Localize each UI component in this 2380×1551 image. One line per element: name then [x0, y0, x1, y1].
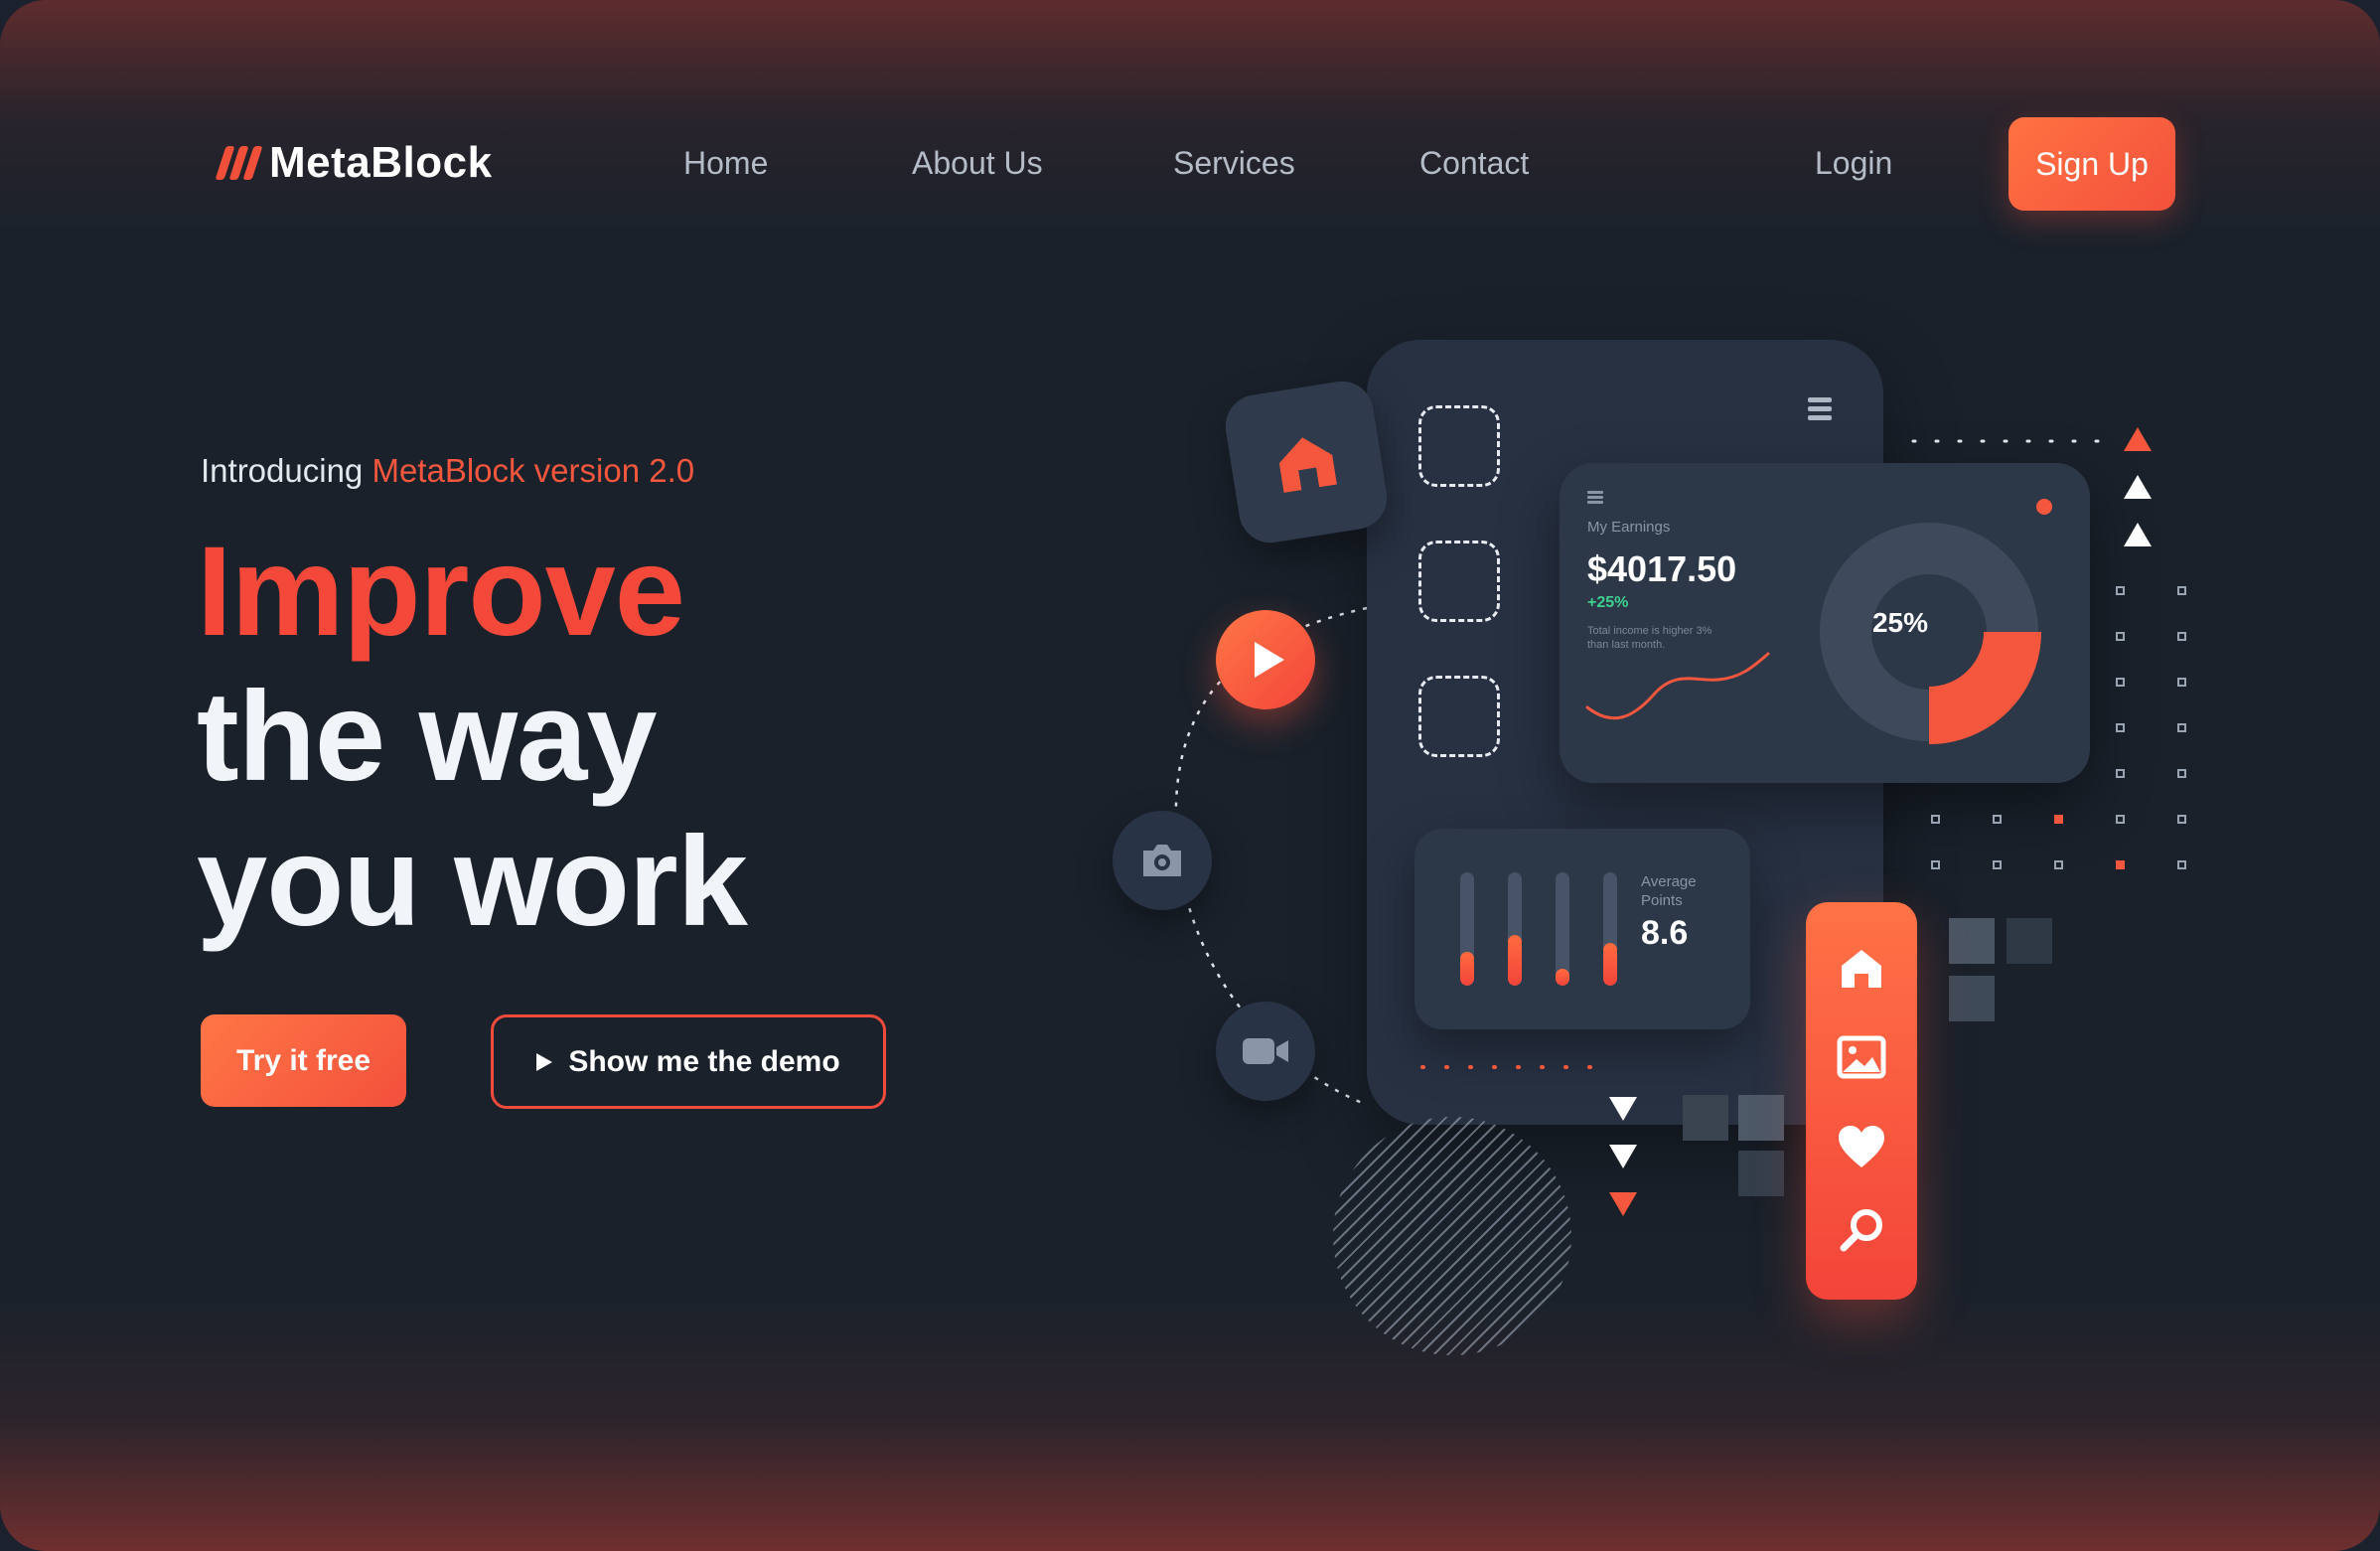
points-bar-fill: [1603, 942, 1617, 986]
grid-box: [2116, 815, 2125, 824]
earnings-label: My Earnings: [1587, 519, 1671, 536]
video-camera-icon: [1243, 1038, 1288, 1064]
play-video-button[interactable]: [1216, 610, 1315, 709]
points-bar: [1460, 872, 1474, 986]
triangle-stack: [1609, 1097, 1637, 1216]
square-decoration: [1683, 1095, 1728, 1141]
grid-box: [2116, 632, 2125, 641]
points-value: 8.6: [1641, 914, 1689, 952]
headline-line-1: Improve: [197, 521, 685, 663]
grid-box: [2177, 860, 2186, 869]
camera-button[interactable]: [1113, 811, 1212, 910]
play-icon: [1255, 642, 1284, 678]
menu-icon: [1587, 491, 1603, 504]
grid-box: [2116, 586, 2125, 595]
triangle-stack: [2124, 427, 2152, 546]
toolbar-search-button[interactable]: [1832, 1200, 1891, 1260]
average-points-card: Average Points 8.6: [1414, 829, 1750, 1029]
brand-name: MetaBlock: [269, 138, 493, 187]
square-decoration: [2007, 918, 2052, 964]
video-button[interactable]: [1216, 1002, 1315, 1101]
grid-box: [2116, 769, 2125, 778]
grid-box: [2116, 723, 2125, 732]
signup-button[interactable]: Sign Up: [2008, 117, 2175, 211]
toolbar-image-button[interactable]: [1832, 1027, 1891, 1087]
try-free-button[interactable]: Try it free: [201, 1014, 406, 1107]
grid-box: [2116, 678, 2125, 687]
toolbar-favorite-button[interactable]: [1832, 1117, 1891, 1176]
headline-line-2: the way: [197, 666, 657, 808]
square-decoration: [1949, 976, 1995, 1021]
heart-icon: [1839, 1126, 1884, 1167]
search-icon: [1840, 1209, 1882, 1252]
points-bar-fill: [1460, 951, 1474, 986]
nav-link-home[interactable]: Home: [683, 145, 768, 182]
landing-page: MetaBlock Home About Us Services Contact…: [0, 0, 2380, 1551]
square-decoration: [1738, 1151, 1784, 1196]
points-bar: [1603, 872, 1617, 986]
logo-mark-icon: [215, 146, 263, 180]
square-decoration: [1738, 1095, 1784, 1141]
grid-box: [1993, 815, 2002, 824]
menu-icon: [1808, 397, 1832, 420]
earnings-change: +25%: [1587, 594, 1629, 611]
points-label: Average Points: [1641, 872, 1697, 910]
nav-link-services[interactable]: Services: [1173, 145, 1295, 182]
grid-box: [1931, 815, 1940, 824]
grid-box: [2177, 678, 2186, 687]
dotted-line: [1420, 1065, 1595, 1069]
nav-link-contact[interactable]: Contact: [1419, 145, 1529, 182]
points-bar-fill: [1556, 968, 1569, 986]
home-tile[interactable]: [1221, 377, 1392, 547]
earnings-sparkline: [1585, 652, 1770, 720]
camera-icon: [1143, 845, 1181, 876]
status-dot: [2036, 499, 2052, 515]
show-demo-button[interactable]: Show me the demo: [491, 1014, 886, 1109]
brand-logo[interactable]: MetaBlock: [215, 135, 493, 191]
points-label-line-1: Average: [1641, 873, 1697, 890]
image-icon: [1837, 1035, 1886, 1079]
home-icon: [1278, 437, 1337, 493]
dotted-line: [1911, 431, 2100, 443]
headline-line-3: you work: [197, 811, 748, 953]
earnings-amount: $4017.50: [1587, 548, 1737, 589]
grid-box: [2177, 632, 2186, 641]
grid-box: [1993, 860, 2002, 869]
points-bar: [1508, 872, 1522, 986]
toolbar-home-button[interactable]: [1832, 938, 1891, 998]
grid-box: [2116, 860, 2125, 869]
placeholder-slot: [1418, 541, 1500, 622]
grid-box: [2054, 815, 2063, 824]
box-grid-decoration: [1931, 586, 2199, 874]
placeholder-slot: [1418, 405, 1500, 487]
grid-box: [1931, 860, 1940, 869]
show-demo-label: Show me the demo: [568, 1044, 840, 1078]
login-link[interactable]: Login: [1815, 145, 1892, 182]
points-bar: [1556, 872, 1569, 986]
hatched-circle-decoration: [1333, 1117, 1571, 1355]
grid-box: [2177, 769, 2186, 778]
home-icon: [1842, 950, 1881, 988]
hero-intro: Introducing MetaBlock version 2.0: [201, 452, 694, 490]
side-toolbar: [1806, 902, 1917, 1300]
grid-box: [2177, 586, 2186, 595]
intro-highlight: MetaBlock version 2.0: [372, 452, 695, 489]
square-decoration: [1949, 918, 1995, 964]
points-label-line-2: Points: [1641, 892, 1683, 909]
grid-box: [2177, 815, 2186, 824]
nav-link-about[interactable]: About Us: [912, 145, 1043, 182]
grid-box: [2177, 723, 2186, 732]
intro-prefix: Introducing: [201, 452, 364, 489]
placeholder-slot: [1418, 676, 1500, 757]
points-bar-fill: [1508, 934, 1522, 986]
play-icon: [536, 1052, 553, 1071]
grid-box: [2054, 860, 2063, 869]
